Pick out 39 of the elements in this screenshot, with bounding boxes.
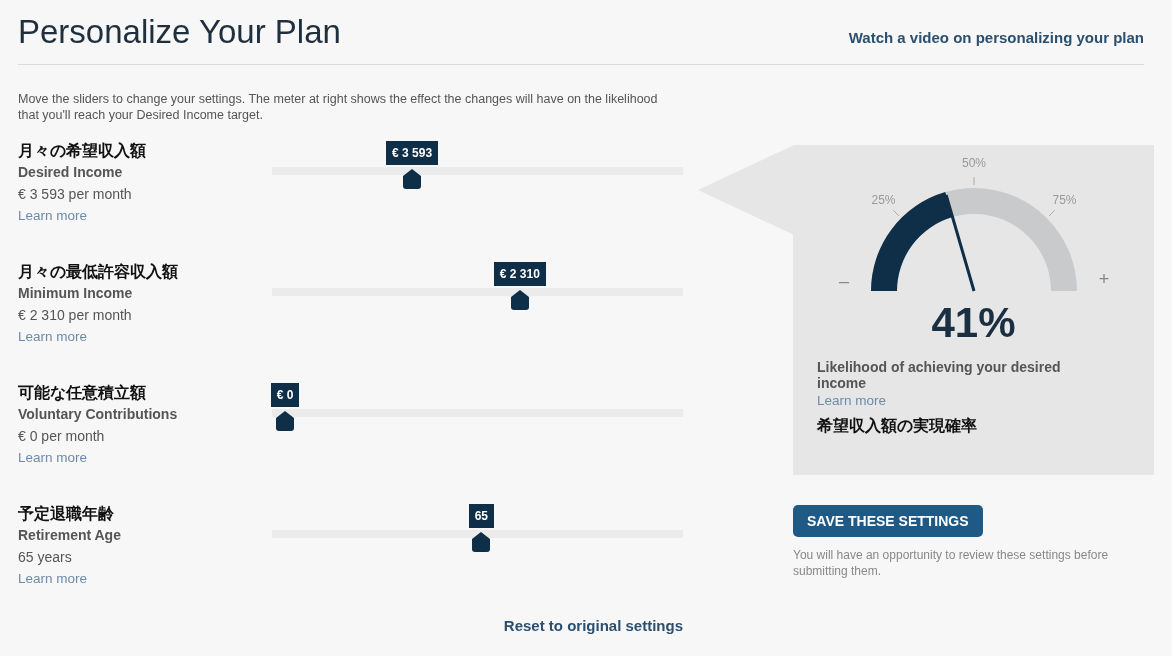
video-link[interactable]: Watch a video on personalizing your plan (848, 28, 1144, 46)
gauge-tick-label: 25% (870, 193, 895, 208)
learn-more-link[interactable]: Learn more (18, 329, 272, 344)
likelihood-caption: Likelihood of achieving your desired income (817, 359, 1062, 391)
setting-label: Voluntary Contributions (18, 406, 179, 422)
slider-thumb[interactable] (276, 411, 294, 431)
page-title: Personalize Your Plan (18, 13, 341, 51)
setting-label-japanese: 月々の希望収入額 (18, 141, 147, 162)
slider-thumb[interactable] (510, 290, 529, 310)
learn-more-link[interactable]: Learn more (18, 571, 272, 586)
learn-more-link[interactable]: Learn more (18, 450, 272, 465)
likelihood-percent: 41% (930, 299, 1017, 347)
value-bubble: 65 (468, 504, 494, 528)
value-bubble: € 2 310 (493, 262, 546, 286)
setting-label: Retirement Age (18, 527, 122, 543)
gauge-tick-label: 75% (1052, 193, 1077, 208)
reset-link[interactable]: Reset to original settings (503, 617, 683, 634)
learn-more-link[interactable]: Learn more (817, 393, 1130, 408)
plus-sign: + (1098, 269, 1109, 289)
setting-label-japanese: 可能な任意積立額 (18, 383, 147, 404)
learn-more-link[interactable]: Learn more (18, 208, 272, 223)
setting-value: 65 years (18, 549, 73, 565)
gauge-tick-label: 50% (961, 156, 986, 170)
setting-label-japanese: 月々の最低許容収入額 (18, 262, 179, 283)
setting-label-japanese: 予定退職年齢 (18, 504, 115, 525)
value-bubble: € 3 593 (386, 141, 439, 165)
minus-sign: – (838, 271, 849, 291)
setting-value: € 3 593 per month (18, 186, 133, 202)
save-button[interactable]: SAVE THESE SETTINGS (793, 505, 983, 537)
likelihood-caption-japanese: 希望収入額の実現確率 (817, 416, 978, 437)
setting-value: € 0 per month (18, 428, 106, 444)
review-note: You will have an opportunity to review these settings before submitting them. (793, 547, 1110, 579)
intro-text: Move the sliders to change your settings. The meter at right shows the effect the changes will have on the likelihood that you'll reach your Desired Income target. (18, 91, 659, 123)
value-bubble: € 0 (270, 383, 300, 407)
setting-value: € 2 310 per month (18, 307, 133, 323)
setting-label: Minimum Income (18, 285, 134, 301)
setting-label: Desired Income (18, 164, 124, 180)
slider-thumb[interactable] (472, 532, 491, 552)
slider-thumb[interactable] (403, 169, 422, 189)
